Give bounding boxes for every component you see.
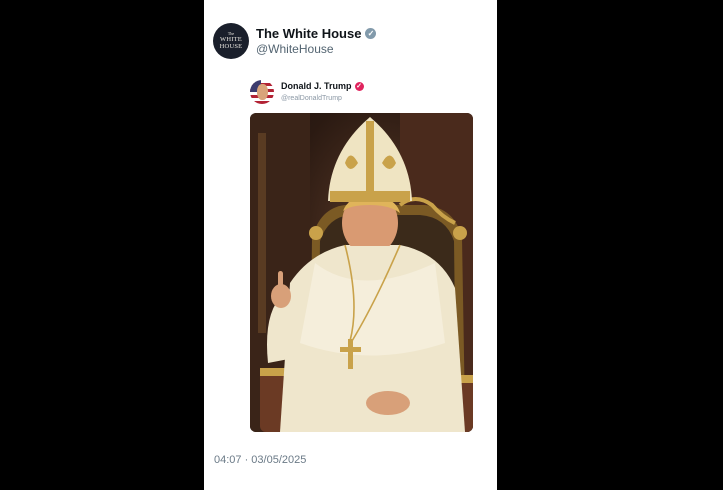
cross-vertical	[348, 339, 353, 369]
post-timestamp[interactable]: 04:07 · 03/05/2025	[214, 454, 306, 466]
quoted-avatar-face	[257, 84, 268, 100]
throne-finial-right	[453, 226, 467, 240]
quoted-verified-badge-icon: ✓	[354, 81, 364, 91]
verified-badge-icon: ✓	[365, 28, 377, 39]
pillar	[258, 133, 266, 333]
pope-illustration	[250, 113, 473, 432]
collar	[350, 246, 390, 256]
throne-finial-left	[309, 226, 323, 240]
raised-finger	[278, 271, 283, 293]
post-image[interactable]	[250, 113, 473, 432]
account-handle[interactable]: @WhiteHouse	[256, 42, 334, 56]
account-name-text: The White House	[256, 26, 362, 41]
avatar-text-house: HOUSE	[219, 43, 243, 50]
account-name[interactable]: The White House ✓	[256, 26, 377, 41]
quoted-account-name-text: Donald J. Trump	[281, 81, 352, 91]
quoted-account-handle[interactable]: @realDonaldTrump	[281, 95, 342, 102]
post-card: The WHITE HOUSE The White House ✓ @White…	[204, 0, 497, 490]
white-house-avatar[interactable]: The WHITE HOUSE	[213, 23, 249, 59]
avatar-text-the: The	[227, 30, 235, 36]
mitre-stripe	[366, 121, 374, 193]
resting-hand	[366, 391, 410, 415]
cross-horizontal	[340, 347, 361, 352]
quoted-avatar[interactable]	[250, 80, 274, 104]
quoted-account-name[interactable]: Donald J. Trump ✓	[281, 81, 364, 91]
